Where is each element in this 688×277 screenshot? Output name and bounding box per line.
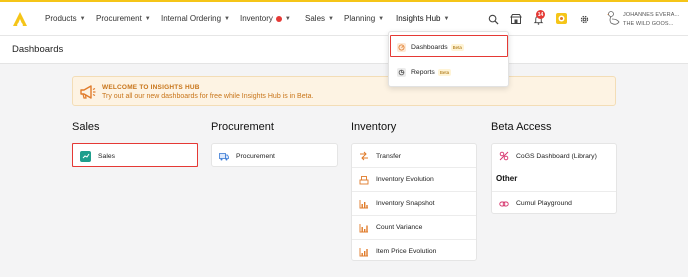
nav-products[interactable]: Products ▼ bbox=[45, 14, 86, 23]
page-header: Dashboards bbox=[0, 36, 688, 64]
store-icon[interactable] bbox=[510, 13, 522, 25]
app-logo-icon[interactable] bbox=[12, 11, 28, 27]
beta-banner: WELCOME TO INSIGHTS HUB Try out all our … bbox=[72, 76, 616, 106]
link-icon bbox=[499, 199, 509, 209]
procurement-card: Procurement bbox=[211, 143, 338, 167]
chevron-down-icon: ▼ bbox=[328, 15, 334, 22]
menu-item-label: Reports bbox=[411, 68, 435, 76]
nav-planning-label: Planning bbox=[344, 14, 376, 23]
dashboard-item-label: Count Variance bbox=[376, 224, 423, 231]
nav-inventory[interactable]: Inventory ▼ bbox=[240, 14, 291, 23]
menu-item-label: Dashboards bbox=[411, 43, 448, 51]
sales-chart-icon bbox=[80, 150, 91, 162]
cogs-icon bbox=[499, 151, 509, 161]
menu-item-dashboards[interactable]: Dashboards Beta bbox=[389, 35, 508, 59]
nav-internal-ordering-label: Internal Ordering bbox=[161, 14, 222, 23]
megaphone-icon bbox=[79, 83, 97, 101]
banner-text: Try out all our new dashboards for free … bbox=[102, 93, 314, 100]
beta-badge: Beta bbox=[450, 43, 464, 51]
section-title-other: Other bbox=[496, 174, 518, 183]
transfer-icon bbox=[359, 151, 369, 161]
page-title: Dashboards bbox=[12, 44, 64, 55]
dashboard-item-label: Procurement bbox=[236, 152, 275, 160]
dashboard-item-label: Inventory Evolution bbox=[376, 176, 434, 183]
dashboard-item-label: CoGS Dashboard (Library) bbox=[516, 152, 597, 160]
dashboard-item-inventory-snapshot[interactable]: Inventory Snapshot bbox=[352, 191, 476, 215]
chevron-down-icon: ▼ bbox=[378, 15, 385, 22]
bar-chart-icon bbox=[359, 199, 369, 209]
nav-inventory-label: Inventory bbox=[240, 14, 273, 23]
dashboard-item-cogs[interactable]: CoGS Dashboard (Library) bbox=[492, 144, 616, 168]
nav-planning[interactable]: Planning ▼ bbox=[344, 14, 384, 23]
nav-sales[interactable]: Sales ▼ bbox=[305, 14, 334, 23]
nav-insights-hub[interactable]: Insights Hub ▼ bbox=[396, 14, 449, 23]
banner-title: WELCOME TO INSIGHTS HUB bbox=[102, 84, 200, 91]
nav-products-label: Products bbox=[45, 14, 77, 23]
bar-chart-icon bbox=[359, 247, 369, 257]
nav-procurement-label: Procurement bbox=[96, 14, 142, 23]
nav-internal-ordering[interactable]: Internal Ordering ▼ bbox=[161, 14, 230, 23]
gear-icon[interactable] bbox=[578, 13, 590, 25]
user-menu[interactable]: JOHANNES EVERA... THE WILD GOOS... bbox=[606, 10, 688, 32]
user-name: JOHANNES EVERA... bbox=[623, 12, 680, 18]
menu-item-reports[interactable]: Reports Beta bbox=[389, 60, 508, 84]
dashboard-item-procurement[interactable]: Procurement bbox=[212, 144, 337, 168]
dashboard-item-label: Cumul Playground bbox=[516, 200, 572, 207]
dashboard-item-cumul-playground[interactable]: Cumul Playground bbox=[492, 191, 616, 215]
beta-badge: Beta bbox=[437, 68, 452, 76]
dashboard-item-inventory-evolution[interactable]: Inventory Evolution bbox=[352, 167, 476, 191]
nav-procurement[interactable]: Procurement ▼ bbox=[96, 14, 151, 23]
chevron-down-icon: ▼ bbox=[284, 15, 291, 22]
dashboard-item-item-price-evolution[interactable]: Item Price Evolution bbox=[352, 239, 476, 263]
column-title-sales: Sales bbox=[72, 121, 100, 133]
notification-badge: 14 bbox=[536, 10, 545, 19]
boxes-icon bbox=[359, 175, 369, 185]
rewards-icon[interactable] bbox=[555, 12, 568, 25]
beta-card: CoGS Dashboard (Library) Other Cumul Pla… bbox=[491, 143, 617, 214]
dashboard-item-label: Transfer bbox=[376, 152, 402, 160]
column-title-inventory: Inventory bbox=[351, 121, 397, 133]
dashboard-item-sales[interactable]: Sales bbox=[73, 144, 197, 168]
user-organization: THE WILD GOOS... bbox=[623, 21, 674, 27]
chevron-down-icon: ▼ bbox=[79, 15, 86, 22]
column-title-procurement: Procurement bbox=[211, 121, 274, 133]
alert-dot-icon bbox=[275, 15, 282, 22]
inventory-card: Transfer Inventory Evolution Inventory S… bbox=[351, 143, 477, 261]
dashboard-item-label: Item Price Evolution bbox=[376, 248, 437, 255]
column-title-beta-access: Beta Access bbox=[491, 121, 552, 133]
chevron-down-icon: ▼ bbox=[144, 15, 151, 22]
sales-card: Sales bbox=[72, 143, 198, 167]
nav-insights-hub-label: Insights Hub bbox=[396, 14, 441, 23]
goose-avatar-icon bbox=[606, 10, 621, 30]
reports-icon bbox=[397, 67, 406, 77]
dashboard-item-transfer[interactable]: Transfer bbox=[352, 144, 476, 168]
dashboard-item-count-variance[interactable]: Count Variance bbox=[352, 215, 476, 239]
bar-chart-icon bbox=[359, 223, 369, 233]
dashboard-item-label: Sales bbox=[98, 152, 116, 160]
search-icon[interactable] bbox=[487, 13, 499, 25]
dashboard-icon bbox=[397, 42, 406, 52]
insights-hub-dropdown: Dashboards Beta Reports Beta bbox=[388, 31, 509, 87]
dashboard-item-label: Inventory Snapshot bbox=[376, 200, 435, 207]
chevron-down-icon: ▼ bbox=[224, 15, 230, 22]
chevron-down-icon: ▼ bbox=[443, 15, 450, 22]
truck-icon bbox=[219, 151, 229, 161]
nav-sales-label: Sales bbox=[305, 14, 326, 23]
top-navigation: Products ▼ Procurement ▼ Internal Ordering… bbox=[0, 0, 688, 36]
